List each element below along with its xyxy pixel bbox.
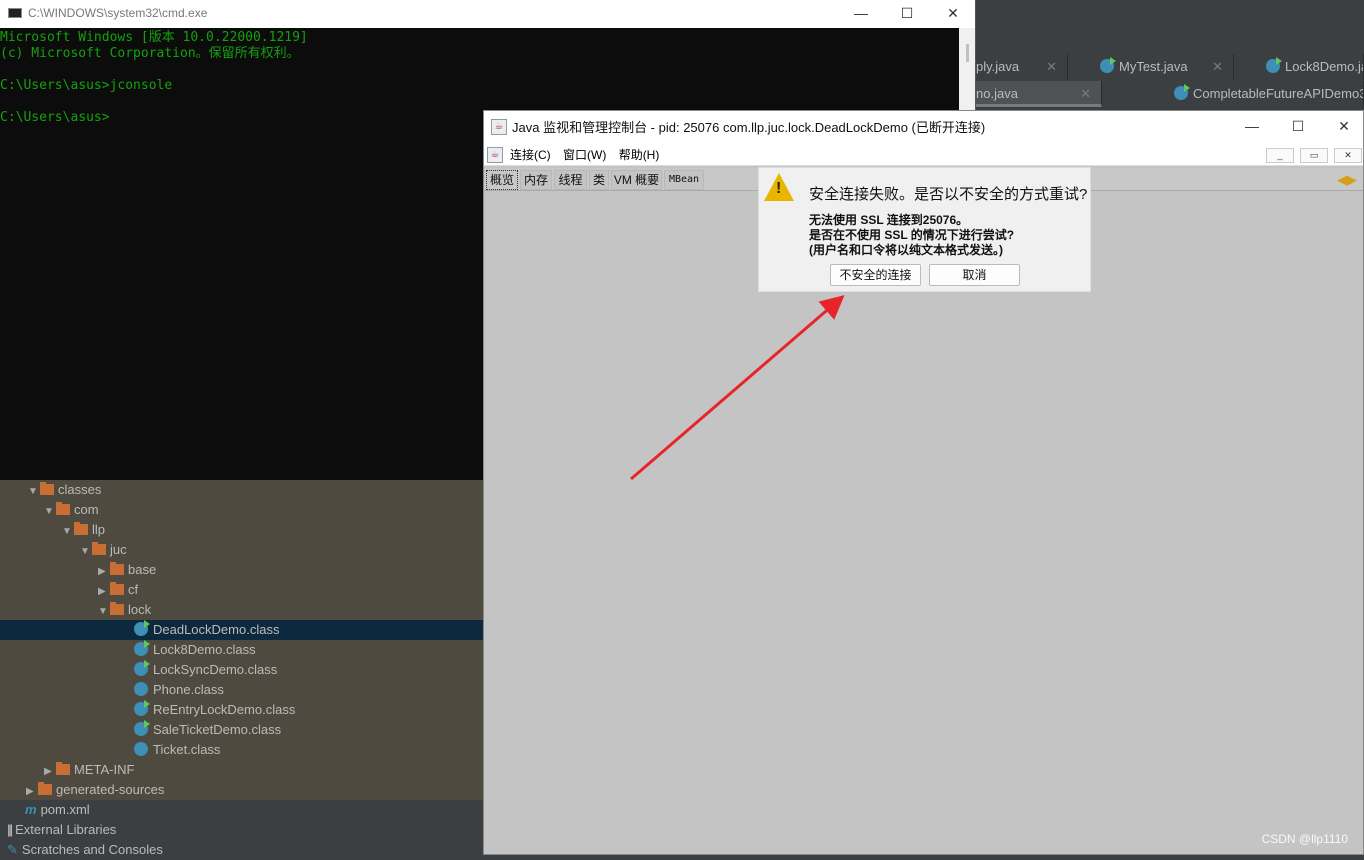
annotation-arrow xyxy=(630,295,845,481)
watermark: CSDN @llp1110 xyxy=(1261,832,1348,846)
red-arrow xyxy=(630,295,845,481)
